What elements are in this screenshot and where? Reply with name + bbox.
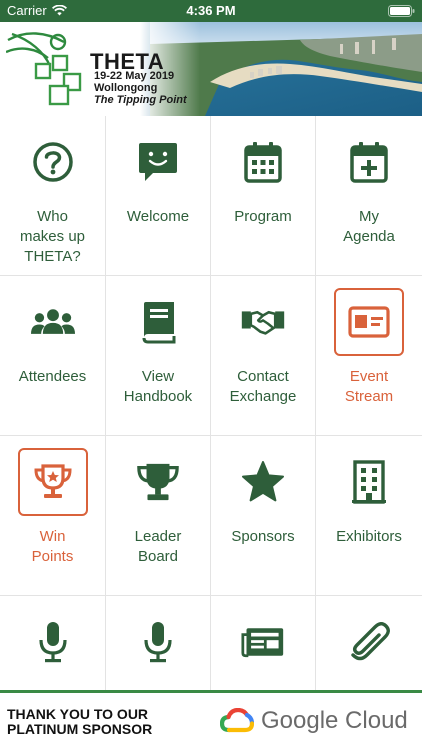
trophy-icon xyxy=(136,460,180,504)
event-location: Wollongong xyxy=(94,82,158,94)
menu-item-label: Exhibitors xyxy=(336,528,402,545)
status-bar: Carrier 4:36 PM xyxy=(0,0,422,22)
menu-item-label: Win Points xyxy=(31,528,74,565)
menu-item-label: Sponsors xyxy=(231,528,295,545)
menu-item-audio-2[interactable] xyxy=(106,596,211,690)
menu-item-who-makes-up-theta[interactable]: Who makes up THETA? xyxy=(0,116,106,276)
menu-item-win-points[interactable]: Win Points xyxy=(0,436,106,596)
microphone-icon xyxy=(136,620,180,664)
menu-item-label: Contact Exchange xyxy=(229,368,297,405)
menu-grid: Who makes up THETA? Welcome Program My A… xyxy=(0,116,422,690)
menu-item-label: Leader Board xyxy=(134,528,182,565)
menu-item-sponsors[interactable]: Sponsors xyxy=(211,436,316,596)
battery-icon xyxy=(388,5,415,17)
menu-item-attachments[interactable] xyxy=(316,596,422,690)
sponsor-logo[interactable]: Google Cloud xyxy=(220,707,408,735)
menu-item-label: Who makes up THETA? xyxy=(19,208,86,265)
clock: 4:36 PM xyxy=(186,3,236,18)
menu-item-program[interactable]: Program xyxy=(211,116,316,276)
star-icon xyxy=(241,460,285,504)
handshake-icon xyxy=(241,300,285,344)
menu-item-audio-1[interactable] xyxy=(0,596,106,690)
cloud-logo-icon xyxy=(220,708,254,733)
menu-item-label: Program xyxy=(234,208,292,225)
menu-item-label: View Handbook xyxy=(123,368,193,405)
trophy-star-icon xyxy=(17,448,88,516)
help-circle-icon xyxy=(31,140,75,184)
menu-item-welcome[interactable]: Welcome xyxy=(106,116,211,276)
menu-item-news[interactable] xyxy=(211,596,316,690)
menu-item-leader-board[interactable]: Leader Board xyxy=(106,436,211,596)
building-icon xyxy=(347,460,391,504)
book-icon xyxy=(136,300,180,344)
calendar-plus-icon xyxy=(347,140,391,184)
calendar-grid-icon xyxy=(241,140,285,184)
menu-item-label: Welcome xyxy=(126,208,190,225)
menu-item-contact-exchange[interactable]: Contact Exchange xyxy=(211,276,316,436)
menu-item-label: Event Stream xyxy=(344,368,394,405)
sponsor-name: Google Cloud xyxy=(261,707,408,734)
event-banner: THETA 19-22 May 2019 Wollongong The Tipp… xyxy=(0,22,422,116)
microphone-icon xyxy=(31,620,75,664)
menu-item-attendees[interactable]: Attendees xyxy=(0,276,106,436)
theta-logo-icon xyxy=(6,32,82,106)
id-card-icon xyxy=(334,288,404,356)
newspaper-icon xyxy=(241,620,285,664)
event-dates: 19-22 May 2019 xyxy=(94,70,175,82)
users-icon xyxy=(30,300,75,344)
menu-item-my-agenda[interactable]: My Agenda xyxy=(316,116,422,276)
paperclip-icon xyxy=(347,620,391,664)
chat-smile-icon xyxy=(136,140,180,184)
menu-item-view-handbook[interactable]: View Handbook xyxy=(106,276,211,436)
menu-item-exhibitors[interactable]: Exhibitors xyxy=(316,436,422,596)
sponsor-thanks-text: THANK YOU TO OUR PLATINUM SPONSOR xyxy=(7,706,153,737)
menu-item-label: Attendees xyxy=(18,368,87,385)
menu-item-event-stream[interactable]: Event Stream xyxy=(316,276,422,436)
event-tagline: The Tipping Point xyxy=(94,94,187,106)
sponsor-footer[interactable]: THANK YOU TO OUR PLATINUM SPONSOR Google… xyxy=(0,690,422,750)
menu-item-label: My Agenda xyxy=(343,208,395,245)
